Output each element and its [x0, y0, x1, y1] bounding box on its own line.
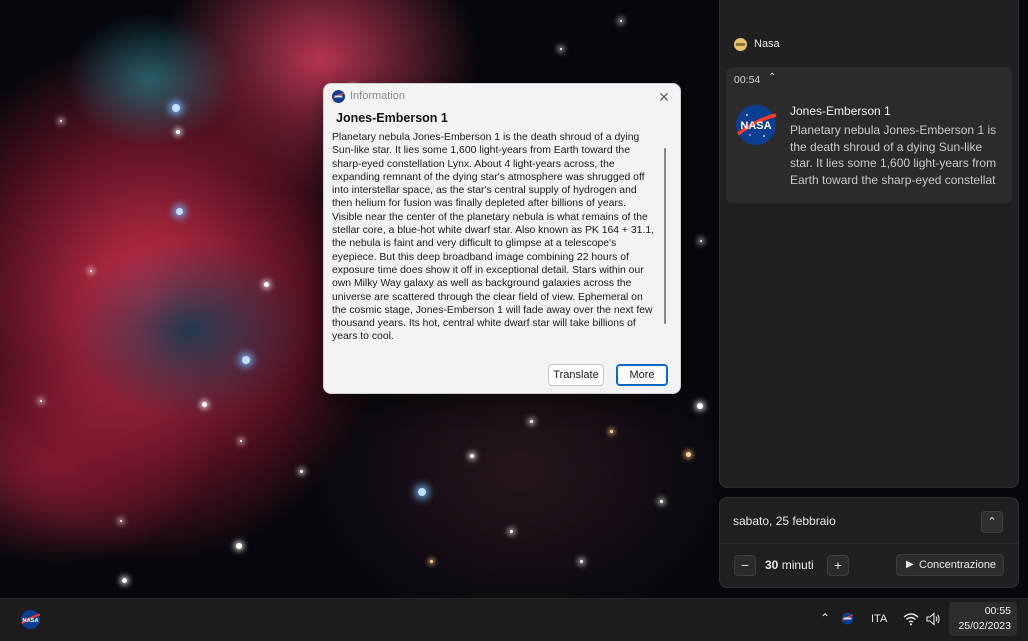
nasa-app-icon[interactable]: NASA: [20, 609, 41, 630]
nasa-tray-icon[interactable]: [841, 612, 854, 625]
calendar-collapse-button[interactable]: ⌃: [981, 511, 1003, 533]
star: [240, 440, 242, 442]
star: [686, 452, 691, 457]
chevron-up-icon[interactable]: ⌃: [768, 72, 776, 83]
clock-time: 00:55: [984, 605, 1011, 617]
volume-icon[interactable]: [925, 611, 941, 627]
star: [122, 578, 127, 583]
star: [242, 356, 250, 364]
nasa-logo-icon: NASA: [736, 105, 777, 145]
taskbar: NASA ⌃ ITA 00:55 25/02/2023: [0, 598, 1028, 641]
focus-duration-unit: minuti: [781, 558, 814, 572]
dialog-title: Information: [350, 90, 406, 102]
show-hidden-icons-chevron-icon[interactable]: ⌃: [820, 611, 830, 625]
star: [90, 270, 92, 272]
nasa-logo-icon: [332, 90, 345, 103]
dialog-heading: Jones-Emberson 1: [336, 111, 448, 125]
star: [172, 104, 180, 112]
star: [40, 400, 42, 402]
notification-app-name: Nasa: [754, 38, 780, 50]
star: [60, 120, 62, 122]
svg-text:NASA: NASA: [22, 618, 38, 624]
star: [580, 560, 583, 563]
focus-start-button[interactable]: ▶ Concentrazione: [896, 554, 1004, 576]
calendar-panel: sabato, 25 febbraio ⌃ − 30 minuti + ▶ Co…: [719, 497, 1019, 588]
taskbar-clock[interactable]: 00:55 25/02/2023: [949, 602, 1017, 636]
star: [697, 403, 703, 409]
focus-duration-value: 30: [765, 558, 779, 572]
star: [510, 530, 513, 533]
calendar-date: sabato, 25 febbraio: [733, 514, 836, 528]
star: [610, 430, 613, 433]
svg-text:NASA: NASA: [740, 120, 771, 132]
language-indicator[interactable]: ITA: [871, 613, 887, 625]
star: [700, 240, 702, 242]
information-dialog: Information ✕ Jones-Emberson 1 Planetary…: [323, 83, 681, 394]
star: [430, 560, 433, 563]
star: [176, 130, 180, 134]
nasa-logo-icon: [734, 38, 747, 51]
notification-time: 00:54: [734, 74, 761, 86]
focus-decrease-button[interactable]: −: [734, 555, 756, 576]
dialog-footer: Translate More: [324, 355, 680, 393]
more-button[interactable]: More: [616, 364, 668, 386]
star: [300, 470, 303, 473]
play-icon: ▶: [906, 559, 914, 570]
star: [418, 488, 426, 496]
close-button[interactable]: ✕: [654, 88, 674, 106]
translate-button[interactable]: Translate: [548, 364, 604, 386]
notification-text: Planetary nebula Jones-Emberson 1 is the…: [790, 123, 997, 187]
star: [264, 282, 269, 287]
star: [120, 520, 122, 522]
dialog-titlebar[interactable]: Information ✕: [324, 84, 680, 110]
star: [202, 402, 207, 407]
star: [560, 48, 562, 50]
star: [530, 420, 533, 423]
notification-center: Nasa 00:54 ⌃ NASA Jones-Emberson 1 Plane…: [719, 0, 1019, 488]
wifi-icon[interactable]: [903, 611, 919, 627]
star: [620, 20, 622, 22]
notification-card[interactable]: 00:54 ⌃ NASA Jones-Emberson 1 Planetary …: [726, 67, 1012, 203]
focus-increase-button[interactable]: +: [827, 555, 849, 576]
chevron-up-icon: ⌃: [987, 516, 997, 528]
scrollbar[interactable]: [664, 148, 666, 324]
star: [660, 500, 663, 503]
divider: [720, 543, 1018, 544]
star: [470, 454, 474, 458]
clock-date: 25/02/2023: [958, 620, 1011, 632]
star: [176, 208, 183, 215]
close-icon: ✕: [658, 89, 670, 105]
focus-duration: 30 minuti: [765, 558, 814, 572]
notification-title: Jones-Emberson 1: [790, 104, 891, 118]
focus-start-label: Concentrazione: [919, 559, 997, 571]
star: [236, 543, 242, 549]
